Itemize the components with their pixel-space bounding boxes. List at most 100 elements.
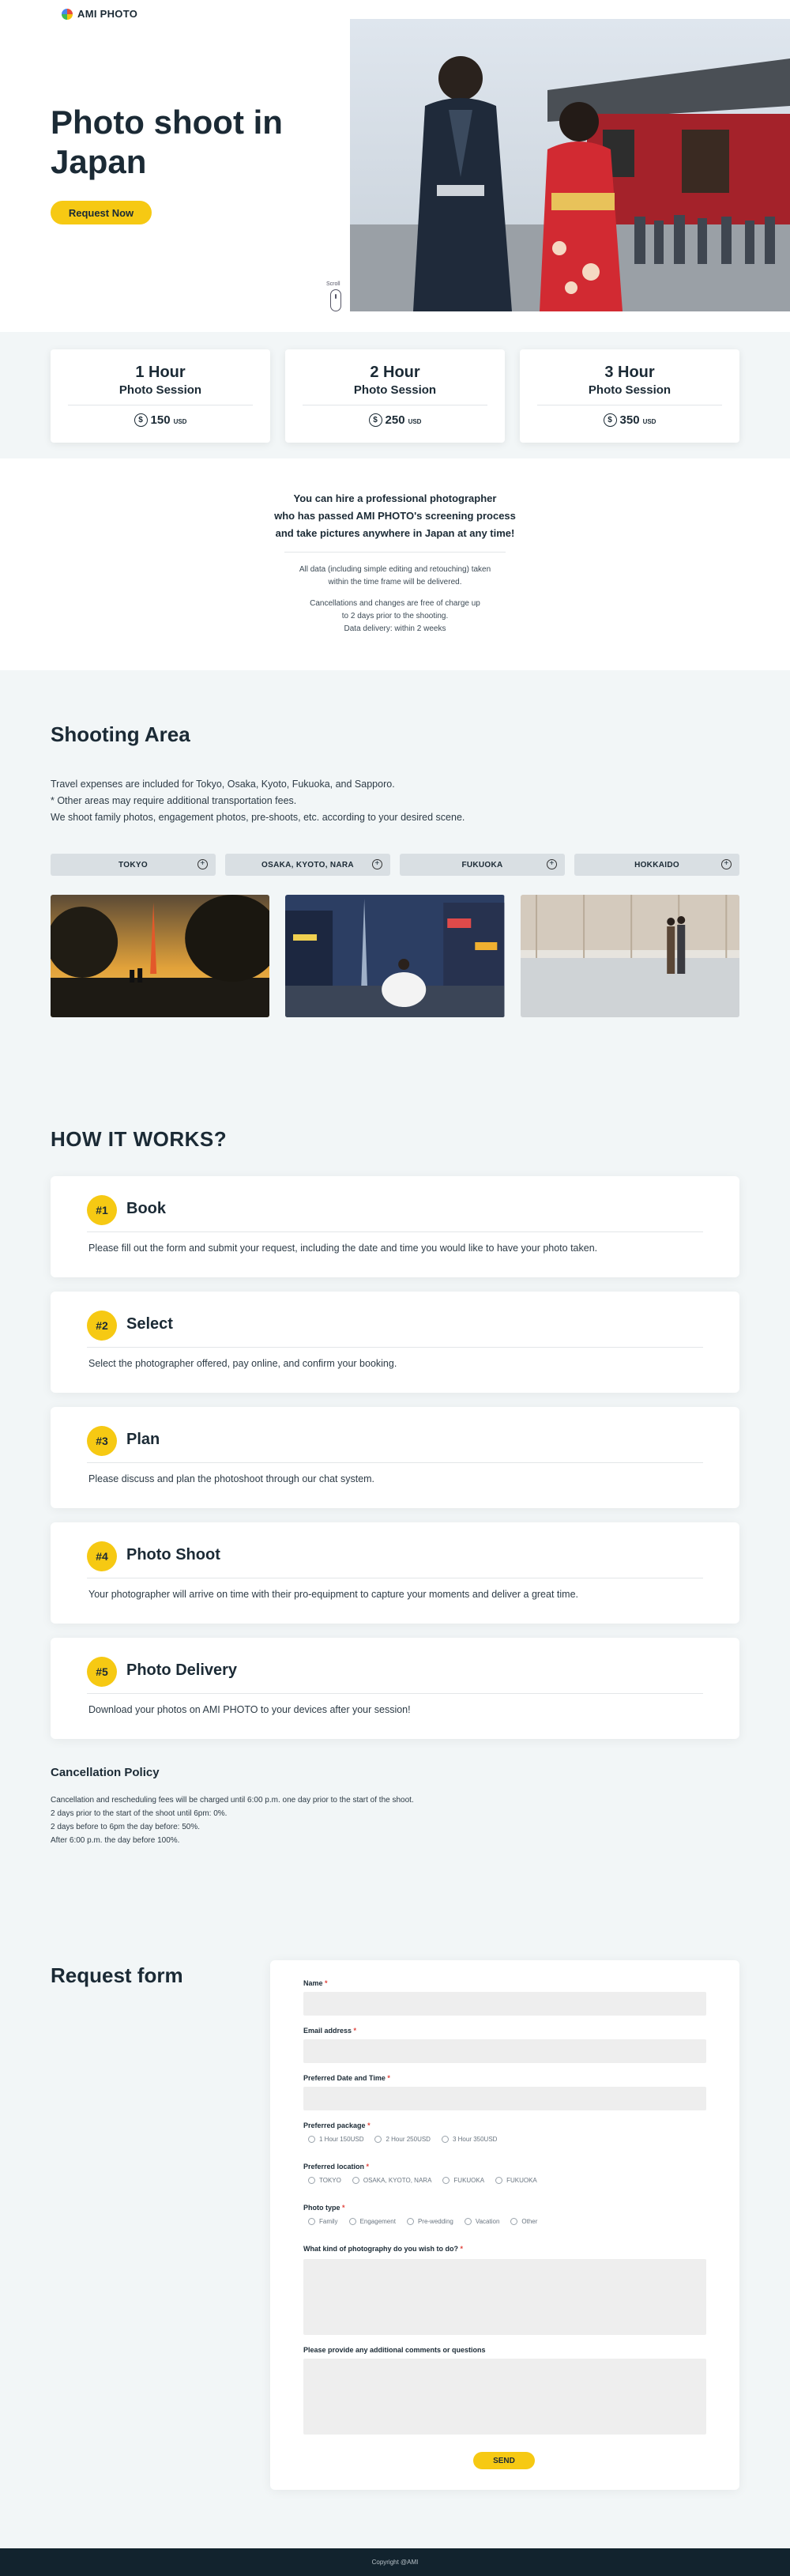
location-radio[interactable]: FUKUOKA (495, 2177, 537, 2184)
step-number-badge: #5 (87, 1657, 117, 1687)
package-radio[interactable]: 3 Hour 350USD (441, 2136, 498, 2143)
scroll-indicator-icon[interactable] (330, 289, 341, 311)
plus-circle-icon: + (372, 859, 382, 869)
tab-fukuoka[interactable]: FUKUOKA + (400, 854, 565, 876)
package-radio[interactable]: 2 Hour 250USD (374, 2136, 431, 2143)
area-tabs: TOKYO + OSAKA, KYOTO, NARA + FUKUOKA + HOKK… (51, 854, 739, 876)
radio-circle-icon (308, 2136, 315, 2143)
policy-line: After 6:00 p.m. the day before 100%. (51, 1836, 180, 1845)
photo-type-radio[interactable]: Pre-wedding (406, 2218, 453, 2225)
radio-label: Vacation (475, 2218, 500, 2225)
date-time-input[interactable] (303, 2087, 706, 2110)
radio-circle-icon (352, 2177, 359, 2184)
intro-note-line: Cancellations and changes are free of ch… (310, 599, 480, 608)
site-footer: Copyright @AMI (0, 2548, 790, 2576)
name-input[interactable] (303, 1992, 706, 2016)
package-label: Photo Session (588, 383, 672, 397)
area-desc-line: We shoot family photos, engagement photo… (51, 812, 465, 823)
radio-label: Other (521, 2218, 538, 2225)
required-mark: * (387, 2074, 390, 2082)
request-now-button[interactable]: Request Now (51, 201, 152, 224)
step-card: #2 Select Select the photographer offere… (51, 1292, 739, 1393)
tokyo-tower-photo (51, 895, 270, 1017)
package-label: Photo Session (118, 383, 202, 397)
send-button[interactable]: SEND (473, 2452, 535, 2469)
package-price: $ 250 USD (368, 413, 421, 427)
step-card: #1 Book Please fill out the form and sub… (51, 1176, 739, 1277)
required-mark: * (325, 1979, 328, 1987)
radio-circle-icon (464, 2218, 472, 2225)
tab-hokkaido[interactable]: HOKKAIDO + (574, 854, 739, 876)
price-currency: USD (642, 418, 656, 425)
step-number-badge: #4 (87, 1541, 117, 1571)
divider (87, 1693, 703, 1694)
radio-label: Pre-wedding (417, 2218, 453, 2225)
package-radio[interactable]: 1 Hour 150USD (308, 2136, 363, 2143)
required-mark: * (366, 2163, 370, 2171)
plus-circle-icon: + (198, 859, 208, 869)
copyright-text: Copyright @AMI (371, 2559, 419, 2566)
step-title: Photo Delivery (126, 1661, 238, 1679)
radio-circle-icon (495, 2177, 503, 2184)
required-mark: * (367, 2122, 371, 2129)
photo-type-radio[interactable]: Other (510, 2218, 537, 2225)
radio-label: OSAKA, KYOTO, NARA (363, 2177, 432, 2184)
station-couple-photo (520, 895, 739, 1017)
package-card-1h[interactable]: 1 Hour Photo Session $ 150 USD (51, 349, 270, 443)
label-text: Email address (303, 2027, 352, 2035)
radio-circle-icon (442, 2177, 450, 2184)
wish-textarea[interactable] (303, 2259, 706, 2335)
site-header: AMI PHOTO (62, 8, 137, 20)
tab-tokyo[interactable]: TOKYO + (51, 854, 216, 876)
brand-name[interactable]: AMI PHOTO (77, 8, 137, 20)
radio-circle-icon (374, 2136, 382, 2143)
area-desc-line: * Other areas may require additional tra… (51, 795, 297, 806)
package-card-3h[interactable]: 3 Hour Photo Session $ 350 USD (520, 349, 739, 443)
intro-note-data: All data (including simple editing and r… (0, 564, 790, 589)
hero-title: Photo shoot in Japan (51, 104, 283, 180)
field-label-email: Email address * (303, 2027, 356, 2035)
label-text: What kind of photography do you wish to … (303, 2245, 458, 2253)
radio-label: 3 Hour 350USD (452, 2136, 498, 2143)
photo-type-radio[interactable]: Engagement (348, 2218, 396, 2225)
radio-label: Engagement (359, 2218, 396, 2225)
price-value: 350 (619, 413, 640, 427)
package-price: $ 150 USD (134, 413, 186, 427)
photo-type-radio[interactable]: Family (308, 2218, 338, 2225)
tab-osaka-kyoto-nara[interactable]: OSAKA, KYOTO, NARA + (225, 854, 390, 876)
radio-label: TOKYO (319, 2177, 341, 2184)
packages-section: 1 Hour Photo Session $ 150 USD 2 Hour Ph… (0, 332, 790, 458)
photo-type-radio[interactable]: Vacation (464, 2218, 500, 2225)
email-input[interactable] (303, 2039, 706, 2063)
policy-line: Cancellation and rescheduling fees will … (51, 1796, 414, 1805)
package-hours: 2 Hour (370, 364, 420, 381)
comments-textarea[interactable] (303, 2359, 706, 2435)
label-text: Photo type (303, 2204, 340, 2212)
radio-label: Family (319, 2218, 338, 2225)
location-radio[interactable]: FUKUOKA (442, 2177, 484, 2184)
step-text: Download your photos on AMI PHOTO to you… (88, 1704, 411, 1715)
radio-label: FUKUOKA (506, 2177, 537, 2184)
intro-lead-line: You can hire a professional photographer (293, 492, 497, 504)
cancellation-policy: Cancellation Policy Cancellation and res… (51, 1766, 414, 1847)
dollar-icon: $ (368, 413, 382, 427)
logo-icon (62, 8, 73, 20)
location-radio[interactable]: OSAKA, KYOTO, NARA (352, 2177, 432, 2184)
tab-label: OSAKA, KYOTO, NARA (261, 860, 354, 869)
location-radio-group: TOKYO OSAKA, KYOTO, NARA FUKUOKA FUKUOKA (308, 2177, 537, 2184)
label-text: Preferred Date and Time (303, 2074, 386, 2082)
intro-note-line: Data delivery: within 2 weeks (344, 624, 446, 633)
field-label-name: Name * (303, 1979, 328, 1987)
step-title: Select (126, 1315, 173, 1333)
shooting-area-section: Shooting Area Travel expenses are includ… (0, 670, 790, 1073)
divider (87, 1231, 703, 1232)
field-label-comments: Please provide any additional comments o… (303, 2346, 486, 2354)
radio-circle-icon (308, 2177, 315, 2184)
radio-circle-icon (406, 2218, 414, 2225)
location-radio[interactable]: TOKYO (308, 2177, 341, 2184)
package-radio-group: 1 Hour 150USD 2 Hour 250USD 3 Hour 350US… (308, 2136, 497, 2143)
step-number-badge: #3 (87, 1426, 117, 1456)
radio-label: 1 Hour 150USD (319, 2136, 364, 2143)
required-mark: * (460, 2245, 464, 2253)
package-card-2h[interactable]: 2 Hour Photo Session $ 250 USD (285, 349, 505, 443)
